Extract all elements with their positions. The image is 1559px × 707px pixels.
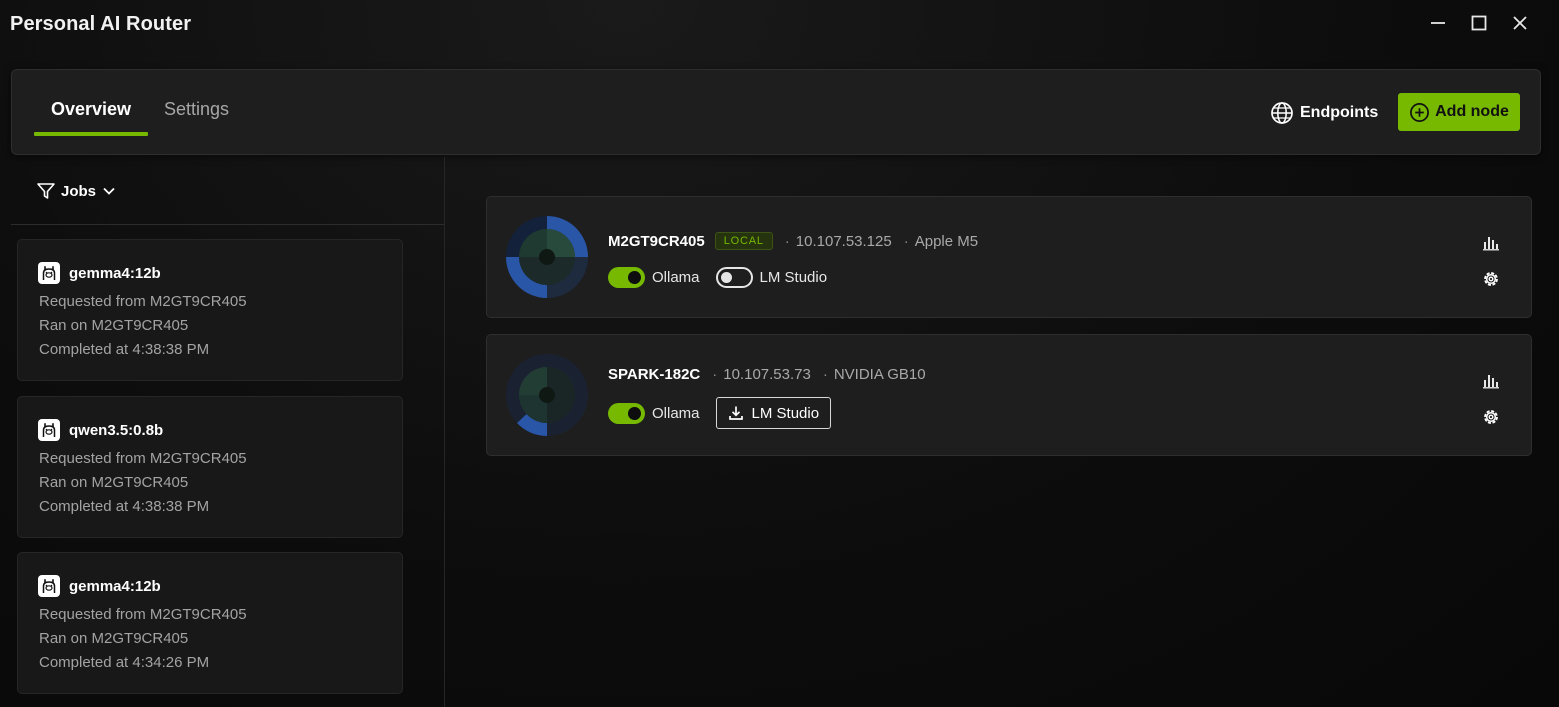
node-runtimes: Ollama LM Studio bbox=[608, 397, 832, 429]
node-settings-button[interactable] bbox=[1479, 267, 1503, 291]
lm-studio-toggle[interactable] bbox=[715, 266, 753, 288]
minimize-button[interactable] bbox=[1423, 10, 1453, 36]
node-header: M2GT9CR405 LOCAL · 10.107.53.125 · Apple… bbox=[608, 232, 978, 250]
job-title: gemma4:12b bbox=[38, 575, 161, 597]
close-icon bbox=[1513, 16, 1527, 30]
ollama-icon bbox=[38, 575, 60, 597]
separator-dot: · bbox=[784, 232, 790, 250]
ollama-icon bbox=[38, 262, 60, 284]
job-ran-on: Ran on M2GT9CR405 bbox=[39, 317, 189, 334]
node-runtimes: Ollama LM Studio bbox=[608, 261, 843, 293]
job-title: qwen3.5:0.8b bbox=[38, 419, 163, 441]
stats-button[interactable] bbox=[1479, 368, 1503, 392]
node-status-ring-icon bbox=[506, 216, 588, 298]
tab-overview[interactable]: Overview bbox=[34, 99, 148, 139]
node-ip: 10.107.53.125 bbox=[795, 232, 892, 250]
node-name: SPARK-182C bbox=[608, 366, 701, 383]
separator-dot: · bbox=[903, 232, 909, 250]
bar-chart-icon bbox=[1483, 237, 1499, 251]
globe-icon bbox=[1271, 102, 1293, 124]
add-node-button[interactable]: Add node bbox=[1398, 93, 1520, 131]
node-hardware: NVIDIA GB10 bbox=[833, 366, 926, 383]
download-icon bbox=[728, 406, 743, 420]
tab-settings[interactable]: Settings bbox=[164, 99, 229, 139]
node-card: SPARK-182C · 10.107.53.73 · NVIDIA GB10 … bbox=[486, 334, 1532, 456]
ollama-toggle[interactable] bbox=[608, 266, 645, 288]
title-bar: Personal AI Router bbox=[0, 0, 1559, 52]
jobs-filter-bar: Jobs bbox=[11, 157, 445, 225]
plus-circle-icon bbox=[1410, 102, 1430, 122]
install-lm-studio-button[interactable]: LM Studio bbox=[715, 397, 832, 429]
local-badge: LOCAL bbox=[714, 232, 773, 250]
job-requested-from: Requested from M2GT9CR405 bbox=[39, 293, 247, 310]
job-completed-at: Completed at 4:38:38 PM bbox=[39, 341, 210, 358]
add-node-label: Add node bbox=[1435, 103, 1509, 120]
job-model: qwen3.5:0.8b bbox=[69, 421, 164, 439]
job-model: gemma4:12b bbox=[69, 577, 161, 595]
endpoints-button[interactable]: Endpoints bbox=[1270, 98, 1378, 128]
chevron-down-icon bbox=[103, 187, 115, 195]
job-ran-on: Ran on M2GT9CR405 bbox=[39, 630, 189, 647]
job-completed-at: Completed at 4:34:26 PM bbox=[39, 654, 210, 671]
ollama-toggle[interactable] bbox=[608, 402, 645, 424]
stats-button[interactable] bbox=[1479, 230, 1503, 254]
node-name: M2GT9CR405 bbox=[608, 232, 705, 250]
node-header: SPARK-182C · 10.107.53.73 · NVIDIA GB10 bbox=[608, 366, 926, 383]
filter-icon bbox=[37, 183, 55, 199]
node-settings-button[interactable] bbox=[1479, 405, 1503, 429]
runtime-label: Ollama bbox=[652, 404, 700, 422]
install-lm-studio-label: LM Studio bbox=[751, 404, 820, 422]
runtime-label: Ollama bbox=[652, 268, 700, 286]
node-hardware: Apple M5 bbox=[914, 232, 979, 250]
job-completed-at: Completed at 4:38:38 PM bbox=[39, 498, 210, 515]
minimize-icon bbox=[1431, 22, 1445, 24]
maximize-icon bbox=[1471, 15, 1487, 31]
top-nav: Overview Settings Endpoints Add node bbox=[11, 69, 1541, 155]
node-card: M2GT9CR405 LOCAL · 10.107.53.125 · Apple… bbox=[486, 196, 1532, 318]
gear-icon bbox=[1484, 272, 1498, 286]
job-requested-from: Requested from M2GT9CR405 bbox=[39, 606, 247, 623]
job-card[interactable]: gemma4:12b Requested from M2GT9CR405 Ran… bbox=[17, 239, 403, 381]
node-status-ring-icon bbox=[506, 354, 588, 437]
jobs-filter-label: Jobs bbox=[61, 182, 97, 200]
gear-icon bbox=[1484, 410, 1498, 424]
runtime-label: LM Studio bbox=[759, 268, 828, 286]
job-title: gemma4:12b bbox=[38, 262, 161, 284]
job-card[interactable]: gemma4:12b Requested from M2GT9CR405 Ran… bbox=[17, 552, 403, 694]
jobs-filter-dropdown[interactable]: Jobs bbox=[36, 181, 117, 201]
ollama-icon bbox=[38, 419, 60, 441]
maximize-button[interactable] bbox=[1464, 10, 1494, 36]
jobs-panel: Jobs gemma4:12b Requested from M2GT9CR40… bbox=[11, 157, 445, 707]
separator-dot: · bbox=[712, 366, 718, 383]
close-button[interactable] bbox=[1505, 10, 1535, 36]
bar-chart-icon bbox=[1483, 375, 1499, 389]
job-card[interactable]: qwen3.5:0.8b Requested from M2GT9CR405 R… bbox=[17, 396, 403, 538]
separator-dot: · bbox=[822, 366, 828, 383]
app-title: Personal AI Router bbox=[10, 13, 192, 35]
app-window: Personal AI Router Overview Settings End… bbox=[0, 0, 1559, 707]
endpoints-label: Endpoints bbox=[1300, 104, 1379, 121]
job-requested-from: Requested from M2GT9CR405 bbox=[39, 450, 247, 467]
node-ip: 10.107.53.73 bbox=[723, 366, 811, 383]
job-ran-on: Ran on M2GT9CR405 bbox=[39, 474, 189, 491]
job-model: gemma4:12b bbox=[69, 264, 161, 282]
